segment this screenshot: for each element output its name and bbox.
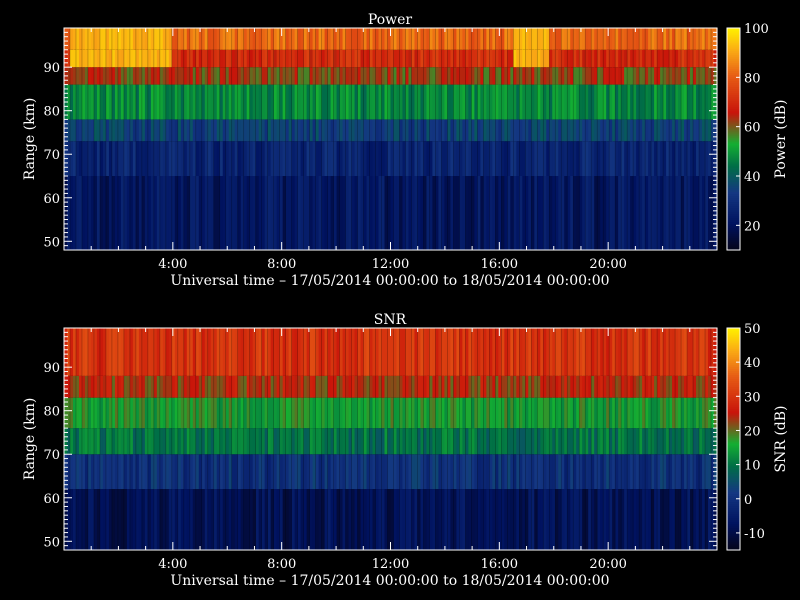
- colorbar-tick-label: 60: [744, 121, 761, 136]
- x-axis-label: Universal time – 17/05/2014 00:00:00 to …: [170, 273, 609, 289]
- colorbar-tick-label: -10: [744, 527, 765, 542]
- x-tick-label: 16:00: [481, 257, 518, 272]
- colorbar-tick-label: 10: [744, 459, 761, 474]
- colorbar-tick-label: 40: [744, 170, 761, 185]
- colorbar-ticks: 20 40 60 80 100: [736, 22, 769, 234]
- colorbar: [727, 28, 740, 251]
- snr-panel: SNR 4:00 8:00 12:00 16:00 20:00 50 60 70 80 90 U…: [0, 300, 800, 600]
- x-tick-label: 8:00: [267, 257, 296, 272]
- x-tick-label: 12:00: [372, 257, 409, 272]
- colorbar-label: SNR (dB): [773, 405, 789, 472]
- x-tick-label: 20:00: [589, 257, 626, 272]
- x-axis-label: Universal time – 17/05/2014 00:00:00 to …: [170, 573, 609, 589]
- chart-title: Power: [368, 12, 413, 28]
- colorbar-tick-label: 20: [744, 219, 761, 234]
- y-tick-label: 50: [43, 235, 60, 250]
- colorbar-tick-label: 20: [744, 424, 761, 439]
- x-tick-label: 8:00: [267, 557, 296, 572]
- y-tick-label: 60: [43, 192, 60, 207]
- x-tick-label: 12:00: [372, 557, 409, 572]
- x-tick-label: 4:00: [158, 257, 187, 272]
- x-tick-label: 16:00: [481, 557, 518, 572]
- y-axis-label: Range (km): [22, 398, 38, 481]
- y-tick-label: 50: [43, 535, 60, 550]
- y-axis-label: Range (km): [22, 98, 38, 181]
- colorbar-tick-label: 40: [744, 356, 761, 371]
- colorbar-tick-label: 50: [744, 322, 761, 337]
- y-tick-label: 90: [43, 361, 60, 376]
- colorbar-label: Power (dB): [773, 100, 789, 179]
- x-tick-label: 4:00: [158, 557, 187, 572]
- y-tick-label: 70: [43, 448, 60, 463]
- colorbar-tick-label: 80: [744, 71, 761, 86]
- colorbar-tick-label: 0: [744, 493, 752, 508]
- y-tick-label: 70: [43, 148, 60, 163]
- y-tick-label: 60: [43, 492, 60, 507]
- y-tick-label: 90: [43, 61, 60, 76]
- colorbar: [727, 328, 740, 551]
- heatmap-area: [63, 328, 718, 550]
- colorbar-tick-label: 30: [744, 390, 761, 405]
- snr-chart: SNR 4:00 8:00 12:00 16:00 20:00 50 60 70 80 90 U…: [22, 312, 789, 589]
- y-tick-label: 80: [43, 405, 60, 420]
- heatmap-area: [63, 28, 718, 250]
- y-tick-label: 80: [43, 105, 60, 120]
- power-chart: Power 4:00 8:00 12:00 16:00 20:00 50 60 70 80 90…: [22, 12, 789, 289]
- x-tick-label: 20:00: [589, 557, 626, 572]
- colorbar-tick-label: 100: [744, 22, 769, 37]
- power-panel: Power 4:00 8:00 12:00 16:00 20:00 50 60 70 80 90…: [0, 0, 800, 300]
- chart-title: SNR: [374, 312, 407, 328]
